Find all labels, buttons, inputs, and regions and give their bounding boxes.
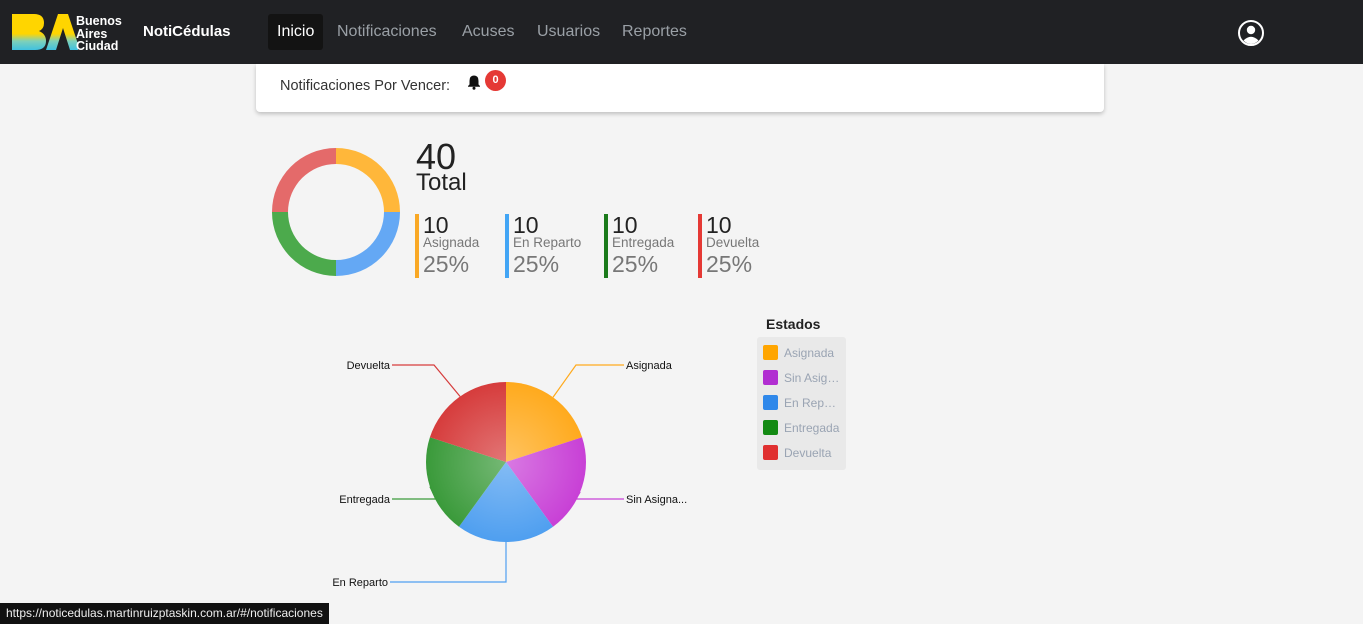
pie-label: Sin Asigna... [626,494,687,506]
stat-label: Devuelta [706,235,760,250]
pie-leader-line [392,364,461,397]
brand-name[interactable]: NotiCédulas [143,23,231,40]
stat-value: 10 [706,212,732,238]
stat-value: 10 [423,212,449,238]
logo-text: Buenos Aires Ciudad [76,15,122,53]
stat-value: 10 [513,212,539,238]
legend-swatch [763,395,778,410]
legend-item-sin-asignar[interactable]: Sin Asignar [763,370,843,386]
legend-item-en-reparto[interactable]: En Reparto [763,395,843,411]
total-label: Total [416,169,467,196]
status-donut-chart [272,148,400,276]
pie-leader-line [392,486,437,500]
stat-percent: 25% [612,251,659,277]
legend-swatch [763,345,778,360]
bell-icon[interactable] [466,74,482,90]
legend-swatch [763,445,778,460]
stat-percent: 25% [513,251,560,277]
pie-label: Entregada [339,494,391,506]
logo-line-buenos: Buenos [76,14,122,28]
pie-leader-line [552,364,624,398]
notifications-due-label: Notificaciones Por Vencer: [280,78,451,94]
stat-entregada: 10 Entregada 25% [604,214,674,278]
legend-title: Estados [766,316,821,332]
legend-item-asignada[interactable]: Asignada [763,345,843,361]
stat-label: En Reparto [513,235,582,250]
stat-label: Entregada [612,235,675,250]
pie-label: En Reparto [332,577,388,589]
top-navbar: Buenos Aires Ciudad NotiCédulas Inicio N… [0,0,1363,64]
stat-value: 10 [612,212,638,238]
pie-label: Asignada [626,360,673,372]
logo-line-ciudad: Ciudad [76,39,119,53]
buenos-aires-logo-icon[interactable] [10,12,78,52]
pie-label: Devuelta [347,360,391,372]
legend-swatch [763,420,778,435]
stat-percent: 25% [423,251,470,277]
status-pie-chart: Asignada Sin Asigna... En Reparto Entregada… [332,360,687,589]
stat-en-reparto: 10 En Reparto 25% [505,214,581,278]
notifications-due-card: Notificaciones Por Vencer: 0 [256,64,1104,112]
stat-label: Asignada [423,235,480,250]
legend-label: Entregada [784,421,840,435]
stat-color-bar [604,214,608,278]
nav-acuses[interactable]: Acuses [453,14,523,50]
stat-color-bar [505,214,509,278]
legend-label: Asignada [784,346,835,360]
legend-label: En Reparto [784,396,842,410]
nav-inicio[interactable]: Inicio [268,14,324,50]
nav-usuarios[interactable]: Usuarios [528,14,609,50]
stat-color-bar [698,214,702,278]
notifications-count-badge: 0 [485,70,506,91]
legend-item-devuelta[interactable]: Devuelta [763,445,843,461]
link-preview-statusbar: https://noticedulas.martinruizptaskin.co… [0,603,329,624]
nav-notificaciones[interactable]: Notificaciones [328,14,446,50]
account-circle-icon[interactable] [1237,19,1265,47]
stat-percent: 25% [706,251,753,277]
stat-devuelta: 10 Devuelta 25% [698,214,759,278]
nav-reportes[interactable]: Reportes [613,14,696,50]
pie-leader-line [574,491,624,500]
legend-label: Devuelta [784,446,832,460]
legend-label: Sin Asignar [784,371,842,385]
stat-color-bar [415,214,419,278]
legend-item-entregada[interactable]: Entregada [763,420,843,436]
legend-swatch [763,370,778,385]
pie-leader-line [390,542,507,583]
stat-asignada: 10 Asignada 25% [415,214,479,278]
chart-legend: Asignada Sin Asignar En Reparto Entregad… [757,337,846,470]
